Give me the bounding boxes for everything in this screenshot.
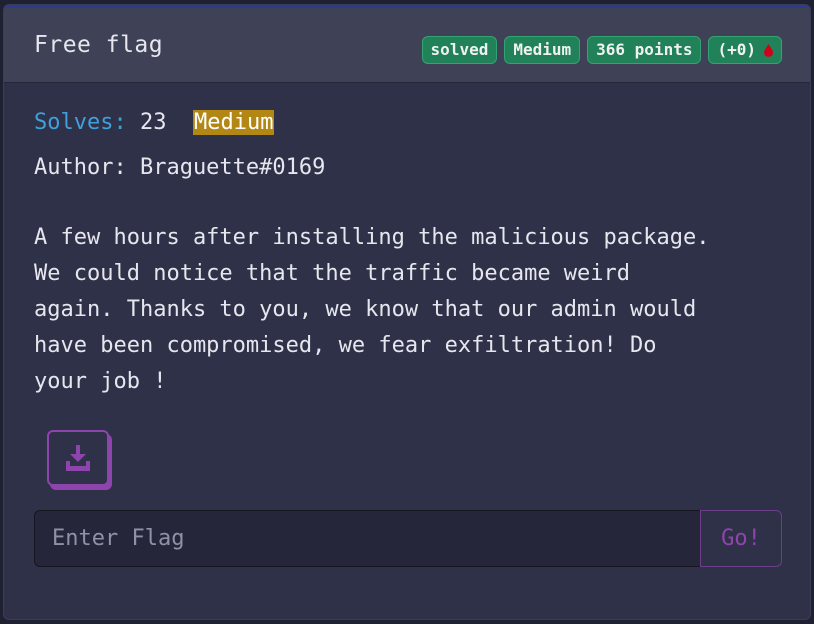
difficulty-badge: Medium <box>504 36 581 64</box>
download-button[interactable] <box>47 430 109 486</box>
challenge-title: Free flag <box>34 32 164 58</box>
solves-line: Solves: 23 Medium <box>34 105 780 141</box>
download-icon <box>66 445 90 471</box>
difficulty-tag: Medium <box>192 110 275 135</box>
challenge-body: Solves: 23 Medium Author: Braguette#0169… <box>34 105 780 400</box>
first-blood-bonus-text: (+0) <box>717 40 756 59</box>
blood-drop-icon <box>764 43 773 57</box>
points-badge: 366 points <box>587 36 702 64</box>
flag-submit-form: Go! <box>34 510 782 567</box>
author-line: Author: Braguette#0169 <box>34 155 326 180</box>
submit-flag-button[interactable]: Go! <box>700 510 782 567</box>
card-header: Free flag solved Medium 366 points (+0) <box>4 8 810 83</box>
solves-count: 23 <box>139 110 167 135</box>
solves-label: Solves: <box>34 110 127 135</box>
flag-input[interactable] <box>34 510 700 567</box>
status-badge: solved <box>421 36 498 64</box>
badge-group: solved Medium 366 points (+0) <box>421 36 782 64</box>
first-blood-badge: (+0) <box>708 36 782 64</box>
challenge-card: Free flag solved Medium 366 points (+0) … <box>3 4 811 620</box>
challenge-description: A few hours after installing the malicio… <box>34 225 710 394</box>
